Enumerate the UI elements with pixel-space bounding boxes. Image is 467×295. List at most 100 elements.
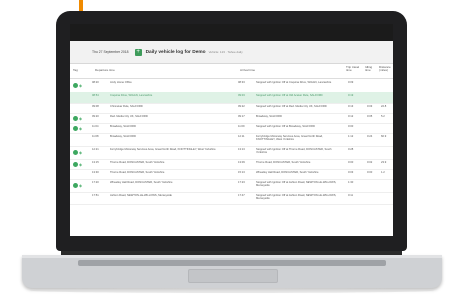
tag-glyph-icon: ◈: [79, 83, 83, 88]
arrival-time-cell: 08:33: [238, 81, 245, 84]
tag-dot-icon: [73, 150, 78, 155]
arrival-time-cell: 13:09: [238, 161, 245, 164]
header-trip-travel-time[interactable]: Trip travel time: [346, 65, 360, 73]
idle-time-cell: 0:02: [367, 161, 373, 164]
tag-icon[interactable]: ◈: [73, 115, 85, 121]
arrival-place-cell: Stopped with Ignition Off at Old Aceker …: [256, 94, 323, 97]
arrival-place-cell: Stopped with Ignition Off at Red. Media …: [256, 105, 327, 108]
idle-time-cell: 0:05: [367, 115, 373, 118]
page-subtitle: Vehicle: 123 · Tahoe daily: [208, 50, 243, 54]
departure-time-cell: 13:30: [92, 171, 99, 174]
travel-time-cell: 0:00: [348, 125, 354, 128]
log-date[interactable]: Thu 27 September 2018: [92, 50, 129, 54]
tag-dot-icon: [73, 161, 78, 167]
tag-icon[interactable]: ◈: [73, 183, 85, 188]
tag-icon[interactable]: ◈: [73, 150, 85, 155]
departure-time-cell: 08:20: [92, 81, 99, 84]
tag-glyph-icon: ◈: [79, 183, 83, 188]
arrival-time-cell: 09:22: [238, 105, 245, 108]
departure-time-cell: 09:08: [92, 105, 99, 108]
departure-place-cell: Wheatley Hall Road, DONCASTER, South Yor…: [110, 181, 173, 184]
arrival-time-cell: 09:03: [238, 94, 245, 97]
log-header: Thu 27 September 2018 + Daily vehicle lo…: [70, 41, 393, 64]
arrival-place-cell: Thorne Road, DONCASTER, South Yorkshire: [256, 161, 311, 164]
idle-time-cell: 0:00: [367, 171, 373, 174]
distance-cell: 5.2: [381, 115, 385, 118]
arrival-place-cell: Stopped with Ignition Off at Coquina Dri…: [256, 81, 332, 84]
departure-place-cell: Ashton Road, NEWTON-LE-WILLOWS, Merseysi…: [110, 194, 172, 197]
departure-time-cell: 12:21: [92, 148, 99, 151]
arrival-time-cell: 15:13: [238, 171, 245, 174]
tag-icon[interactable]: ◈: [73, 83, 85, 88]
departure-place-cell: Andy Home Office: [110, 81, 132, 84]
header-idling-time[interactable]: Idling time: [365, 65, 377, 73]
table-header: Tag Departure time Arrival time Trip tra…: [70, 64, 393, 79]
laptop-base: [22, 255, 442, 288]
table-row[interactable]: 11:08 Broadway, SALFORD 12:11 Ferrybridge M…: [70, 133, 393, 147]
tag-glyph-icon: ◈: [79, 150, 83, 155]
departure-time-cell: 08:54: [92, 94, 99, 97]
header-departure-time[interactable]: Departure time: [95, 68, 115, 72]
tag-icon[interactable]: ◈: [73, 125, 85, 131]
departure-place-cell: Broadway, SALFORD: [110, 135, 136, 138]
arrival-place-cell: Stopped with Ignition Off at Ashton Road…: [256, 181, 337, 188]
travel-time-cell: 0:28: [348, 148, 354, 151]
laptop-shadow: [30, 288, 434, 293]
travel-time-cell: 0:12: [348, 115, 354, 118]
departure-time-cell: 17:20: [92, 181, 99, 184]
distance-cell: 22.8: [381, 105, 387, 108]
page-title: Daily vehicle log for Demo: [145, 49, 206, 55]
arrival-place-cell: Stopped with Ignition Off at Ashton Road…: [256, 194, 337, 201]
idle-time-cell: 0:03: [367, 105, 373, 108]
arrival-place-cell: Stopped with Ignition Off at Thorne Road…: [256, 148, 332, 155]
departure-place-cell: Chinnekar Rule, SALFORD: [110, 105, 143, 108]
arrival-place-cell: Broadway, SALFORD: [256, 115, 282, 118]
table-row[interactable]: ◈ 12:21 Ferrybridge Motorway Services Area…: [70, 146, 393, 160]
departure-time-cell: 11:04: [92, 125, 99, 128]
travel-time-cell: 1:30: [348, 181, 354, 184]
distance-cell: 1.2: [381, 171, 385, 174]
touchpad: [188, 269, 278, 283]
arrival-place-cell: Stopped with Ignition Off at Broadway, S…: [256, 125, 315, 128]
departure-time-cell: 11:08: [92, 135, 99, 138]
idle-time-cell: 0:24: [367, 135, 373, 138]
travel-time-cell: 0:19: [348, 94, 354, 97]
travel-time-cell: 0:13: [348, 105, 354, 108]
tag-glyph-icon: ◈: [79, 161, 83, 167]
departure-place-cell: Broadway, SALFORD: [110, 125, 136, 128]
table-row[interactable]: ◈ 17:20 Wheatley Hall Road, DONCASTER, Sou…: [70, 179, 393, 193]
travel-time-cell: 1:12: [348, 135, 354, 138]
tag-dot-icon: [73, 115, 78, 121]
arrival-time-cell: 12:11: [238, 135, 245, 138]
arrival-time-cell: 13:13: [238, 148, 245, 151]
arrival-place-cell: Ferrybridge Motorway Services Area, Grea…: [256, 135, 323, 142]
add-button[interactable]: +: [134, 48, 142, 56]
tag-dot-icon: [73, 125, 78, 131]
tag-glyph-icon: ◈: [79, 115, 83, 121]
departure-place-cell: Ferrybridge Motorway Services Area, Grea…: [110, 148, 216, 151]
travel-time-cell: 0:03: [348, 171, 354, 174]
tag-icon[interactable]: ◈: [73, 161, 85, 167]
departure-place-cell: Thorne Road, DONCASTER, South Yorkshire: [110, 171, 165, 174]
departure-place-cell: Thorne Road, DONCASTER, South Yorkshire: [110, 161, 165, 164]
arrival-time-cell: 17:23: [238, 181, 245, 184]
distance-cell: 23.9: [381, 161, 387, 164]
travel-time-cell: 0:00: [348, 161, 354, 164]
arrival-time-cell: 11:09: [238, 125, 245, 128]
keyboard-edge: [78, 260, 386, 266]
arrival-place-cell: Wheatley Hall Road, DONCASTER, South Yor…: [256, 171, 319, 174]
header-distance[interactable]: Distance (miles): [379, 65, 393, 73]
arrival-time-cell: 17:47: [238, 194, 245, 197]
tag-dot-icon: [73, 183, 78, 188]
laptop-base-rim: [22, 255, 442, 258]
laptop-screen: Thu 27 September 2018 + Daily vehicle lo…: [70, 24, 393, 236]
header-arrival-time[interactable]: Arrival time: [240, 68, 255, 72]
table-row[interactable]: ◈ 08:20 Andy Home Office 08:33 Stopped with …: [70, 79, 393, 93]
distance-cell: 60.9: [381, 135, 387, 138]
departure-place-cell: Coquina Drive, WIGAN, Lancashire: [110, 94, 153, 97]
departure-time-cell: 17:51: [92, 194, 99, 197]
travel-time-cell: 0:09: [348, 81, 354, 84]
table-row[interactable]: 17:51 Ashton Road, NEWTON-LE-WILLOWS, Mer…: [70, 192, 393, 205]
header-tag[interactable]: Tag: [73, 68, 78, 72]
app-top-bar: [70, 24, 393, 41]
